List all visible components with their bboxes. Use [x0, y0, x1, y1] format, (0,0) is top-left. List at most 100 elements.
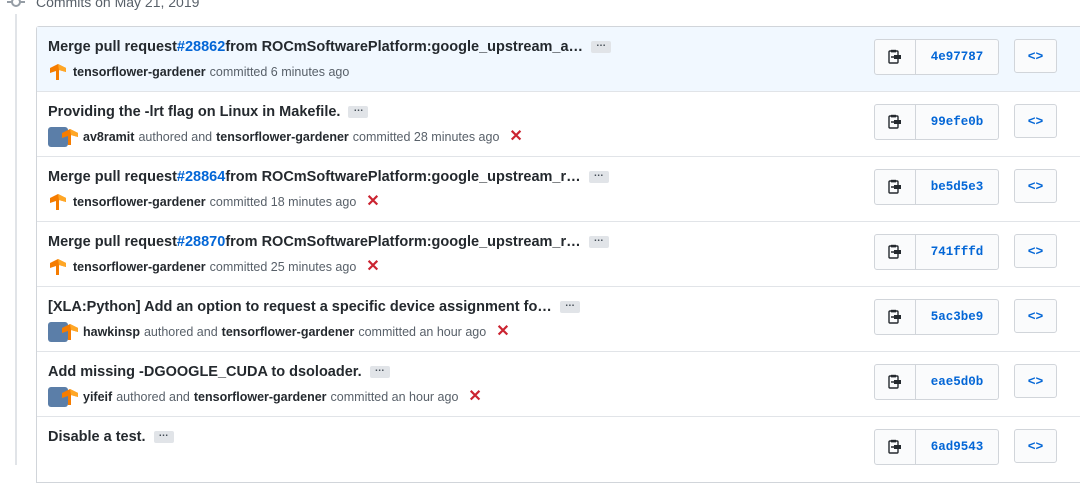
- avatar[interactable]: [48, 322, 78, 342]
- commit-meta: tensorflower-gardener committed 6 minutes…: [48, 62, 353, 82]
- commit-row: Merge pull request #28864 from ROCmSoftw…: [37, 157, 1080, 222]
- committer-link[interactable]: tensorflower-gardener: [73, 260, 206, 274]
- committer-link[interactable]: tensorflower-gardener: [73, 195, 206, 209]
- clipboard-icon[interactable]: [875, 235, 916, 269]
- commit-title-text[interactable]: from ROCmSoftwarePlatform:google_upstrea…: [225, 39, 583, 55]
- commit-meta: hawkinsp authored and tensorflower-gardene…: [48, 322, 510, 342]
- clipboard-icon[interactable]: [875, 365, 916, 399]
- commit-sha-link[interactable]: 4e97787: [916, 40, 998, 74]
- avatar[interactable]: [48, 62, 68, 82]
- avatar[interactable]: [48, 387, 78, 407]
- commit-sha-group: 4e97787: [874, 39, 999, 75]
- commit-title[interactable]: Add missing -DGOOGLE_CUDA to dsoloader. …: [48, 364, 390, 380]
- commit-row: Merge pull request #28870 from ROCmSoftw…: [37, 222, 1080, 287]
- commit-sha-link[interactable]: 5ac3be9: [916, 300, 998, 334]
- commit-meta: yifeif authored and tensorflower-gardener c…: [48, 387, 482, 407]
- code-icon[interactable]: <>: [1014, 364, 1057, 398]
- author-link[interactable]: av8ramit: [83, 130, 134, 144]
- commit-title[interactable]: Merge pull request #28862 from ROCmSoftw…: [48, 39, 612, 55]
- pull-request-link[interactable]: #28864: [177, 169, 225, 185]
- author-link[interactable]: yifeif: [83, 390, 112, 404]
- committer-link[interactable]: tensorflower-gardener: [73, 65, 206, 79]
- commit-title-text[interactable]: Add missing -DGOOGLE_CUDA to dsoloader.: [48, 364, 362, 380]
- commit-title-text[interactable]: Merge pull request: [48, 169, 177, 185]
- commit-title-text[interactable]: Disable a test.: [48, 429, 146, 445]
- commit-title[interactable]: [XLA:Python] Add an option to request a …: [48, 299, 580, 315]
- commit-title[interactable]: Merge pull request #28870 from ROCmSoftw…: [48, 234, 609, 250]
- commit-time: committed 28 minutes ago: [352, 130, 500, 144]
- x-icon[interactable]: ✕: [366, 259, 379, 275]
- commit-meta: av8ramit authored and tensorflower-gardene…: [48, 127, 523, 147]
- commit-row: Providing the -lrt flag on Linux in Make…: [37, 92, 1080, 157]
- x-icon[interactable]: ✕: [496, 324, 509, 340]
- code-icon[interactable]: <>: [1014, 104, 1057, 138]
- commit-title-text[interactable]: Merge pull request: [48, 39, 177, 55]
- commit-sha-link[interactable]: be5d5e3: [916, 170, 998, 204]
- commit-title-text[interactable]: Merge pull request: [48, 234, 177, 250]
- expand-message-button[interactable]: …: [588, 169, 609, 183]
- commit-title-text[interactable]: from ROCmSoftwarePlatform:google_upstrea…: [225, 169, 580, 185]
- commit-list: Merge pull request #28862 from ROCmSoftw…: [36, 26, 1080, 483]
- x-icon[interactable]: ✕: [366, 194, 379, 210]
- clipboard-icon[interactable]: [875, 430, 916, 464]
- x-icon[interactable]: ✕: [468, 389, 481, 405]
- committer-link[interactable]: tensorflower-gardener: [216, 130, 349, 144]
- commit-title-text[interactable]: [XLA:Python] Add an option to request a …: [48, 299, 552, 315]
- commit-title-text[interactable]: Providing the -lrt flag on Linux in Make…: [48, 104, 340, 120]
- commit-time: committed an hour ago: [358, 325, 487, 339]
- avatar[interactable]: [48, 192, 68, 212]
- expand-message-button[interactable]: …: [588, 234, 609, 248]
- pull-request-link[interactable]: #28862: [177, 39, 225, 55]
- commit-time: committed 6 minutes ago: [209, 65, 350, 79]
- commit-row: [XLA:Python] Add an option to request a …: [37, 287, 1080, 352]
- committer-link[interactable]: tensorflower-gardener: [222, 325, 355, 339]
- commit-sha-group: be5d5e3: [874, 169, 999, 205]
- code-icon[interactable]: <>: [1014, 39, 1057, 73]
- commit-sha-link[interactable]: 741fffd: [916, 235, 998, 269]
- commit-sha-group: 5ac3be9: [874, 299, 999, 335]
- commit-sha-link[interactable]: 6ad9543: [916, 430, 998, 464]
- commit-title[interactable]: Providing the -lrt flag on Linux in Make…: [48, 104, 369, 120]
- commit-group-title: Commits on May 21, 2019: [36, 0, 200, 10]
- pull-request-link[interactable]: #28870: [177, 234, 225, 250]
- avatar[interactable]: [48, 127, 78, 147]
- expand-message-button[interactable]: …: [559, 299, 580, 313]
- commit-meta: tensorflower-gardener committed 25 minute…: [48, 257, 380, 277]
- authored-text: authored and: [116, 390, 190, 404]
- commit-sha-link[interactable]: 99efe0b: [916, 105, 998, 139]
- commit-row: Add missing -DGOOGLE_CUDA to dsoloader. ……: [37, 352, 1080, 417]
- x-icon[interactable]: ✕: [509, 129, 522, 145]
- commit-sha-group: 99efe0b: [874, 104, 999, 140]
- expand-message-button[interactable]: …: [153, 429, 174, 443]
- commit-time: committed 25 minutes ago: [209, 260, 357, 274]
- commit-title[interactable]: Disable a test. …: [48, 429, 174, 445]
- clipboard-icon[interactable]: [875, 105, 916, 139]
- clipboard-icon[interactable]: [875, 300, 916, 334]
- commit-sha-link[interactable]: eae5d0b: [916, 365, 998, 399]
- clipboard-icon[interactable]: [875, 40, 916, 74]
- code-icon[interactable]: <>: [1014, 169, 1057, 203]
- commit-sha-group: 6ad9543: [874, 429, 999, 465]
- commit-row: Merge pull request #28862 from ROCmSoftw…: [37, 27, 1080, 92]
- authored-text: authored and: [143, 325, 218, 339]
- expand-message-button[interactable]: …: [591, 39, 612, 53]
- commit-title-text[interactable]: from ROCmSoftwarePlatform:google_upstrea…: [225, 234, 580, 250]
- code-icon[interactable]: <>: [1014, 429, 1057, 463]
- commit-meta: tensorflower-gardener committed 18 minute…: [48, 192, 380, 212]
- commit-time: committed 18 minutes ago: [209, 195, 357, 209]
- committer-link[interactable]: tensorflower-gardener: [194, 390, 327, 404]
- git-commit-icon: [7, 0, 25, 7]
- timeline-line: [15, 14, 17, 465]
- commit-sha-group: 741fffd: [874, 234, 999, 270]
- expand-message-button[interactable]: …: [369, 364, 390, 378]
- commit-title[interactable]: Merge pull request #28864 from ROCmSoftw…: [48, 169, 609, 185]
- code-icon[interactable]: <>: [1014, 299, 1057, 333]
- commit-time: committed an hour ago: [330, 390, 459, 404]
- author-link[interactable]: hawkinsp: [83, 325, 140, 339]
- expand-message-button[interactable]: …: [348, 104, 369, 118]
- commit-row: Disable a test. … 6ad9543 <>: [37, 417, 1080, 482]
- avatar[interactable]: [48, 257, 68, 277]
- code-icon[interactable]: <>: [1014, 234, 1057, 268]
- authored-text: authored and: [138, 130, 213, 144]
- clipboard-icon[interactable]: [875, 170, 916, 204]
